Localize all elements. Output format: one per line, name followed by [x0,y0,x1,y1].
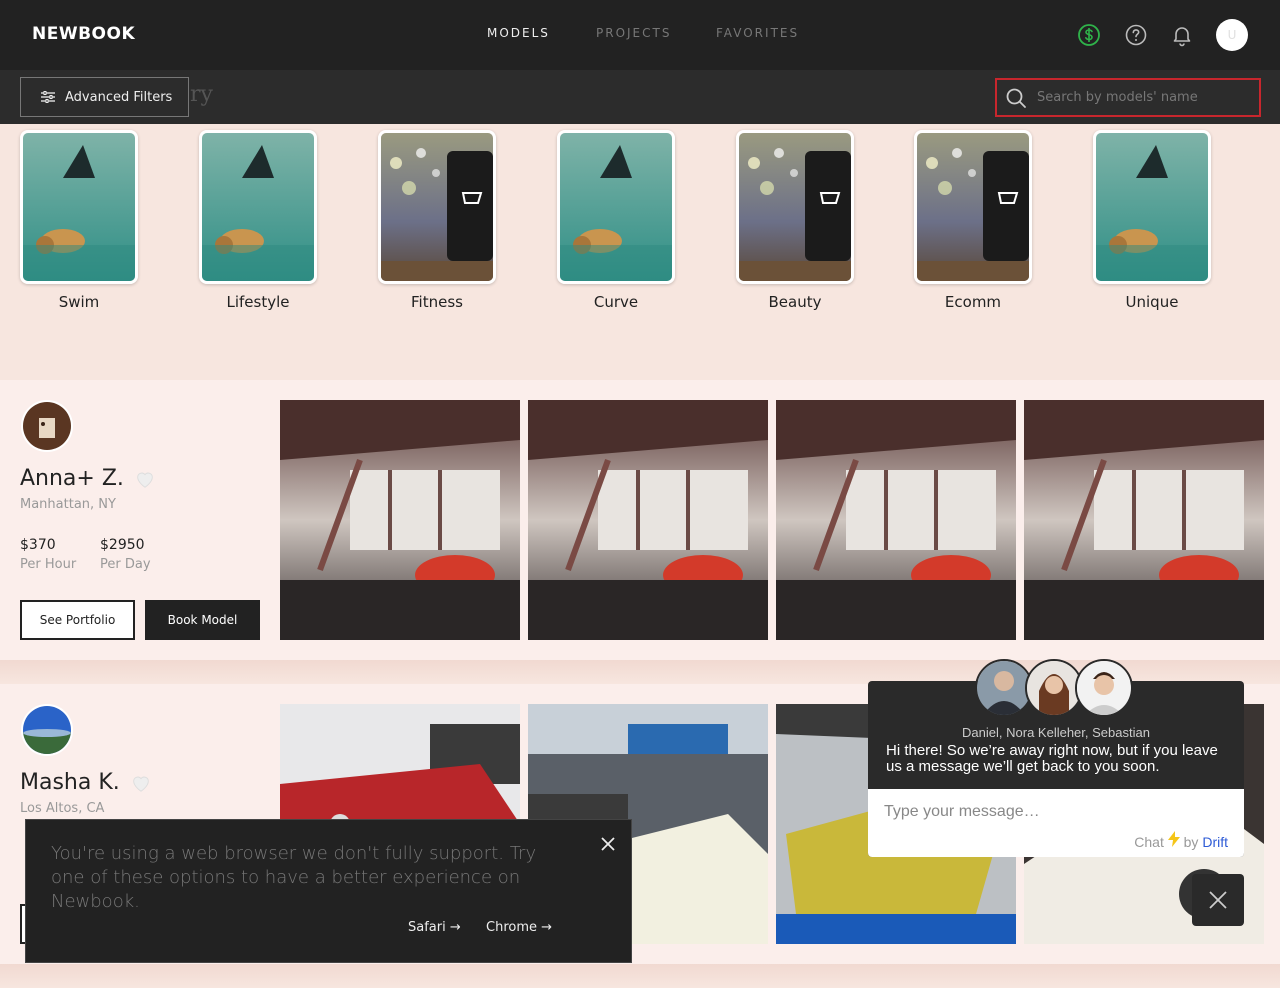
see-portfolio-button[interactable]: See Portfolio [20,600,135,640]
category-label: Beauty [768,293,822,311]
sliders-icon [41,91,55,103]
category-image [736,130,854,284]
portfolio-photo[interactable] [528,400,768,640]
lightning-icon [1167,831,1180,847]
model-name-text: Anna+ Z. [20,466,124,491]
category-swim[interactable]: Swim [20,130,138,311]
daily-price: $2950 Per Day [100,537,151,572]
portfolio-photo[interactable] [776,400,1016,640]
category-beauty[interactable]: Beauty [736,130,854,311]
chat-message-input[interactable]: Type your message… [884,803,1040,821]
category-label: Fitness [411,293,463,311]
chat-team-names: Daniel, Nora Kelleher, Sebastian [962,725,1150,740]
newbook-logo[interactable]: NEWBOOK [32,24,135,44]
category-lifestyle[interactable]: Lifestyle [199,130,317,311]
portfolio-photo[interactable] [280,400,520,640]
safari-link[interactable]: Safari → [408,920,461,935]
book-model-button[interactable]: Book Model [145,600,260,640]
model-name-text: Masha K. [20,770,120,795]
category-label: Curve [593,293,639,311]
model-name[interactable]: Masha K. [20,770,152,795]
model-avatar[interactable] [21,704,73,756]
daily-price-label: Per Day [100,557,151,572]
model-avatar[interactable] [21,400,73,452]
search-icon [1006,88,1026,108]
hourly-price: $370 Per Hour [20,537,76,572]
chat-avatar [1075,659,1133,717]
chat-widget: Daniel, Nora Kelleher, Sebastian Hi ther… [868,659,1244,857]
help-icon[interactable] [1124,23,1148,47]
chrome-link[interactable]: Chrome → [486,920,552,935]
daily-price-value: $2950 [100,537,145,553]
nav-models[interactable]: MODELS [487,26,550,40]
close-icon[interactable] [598,834,618,854]
chat-close-button[interactable] [1192,874,1244,926]
filter-bar: ry Advanced Filters [0,70,1280,124]
top-navbar: NEWBOOK MODELS PROJECTS FAVORITES U [0,0,1280,70]
nav-favorites[interactable]: FAVORITES [716,26,799,40]
advanced-filters-button[interactable]: Advanced Filters [20,77,189,117]
category-curve[interactable]: Curve [557,130,675,311]
user-avatar[interactable]: U [1216,19,1248,51]
category-label: Lifestyle [226,293,290,311]
chat-brand-by: by [1183,834,1199,850]
category-ecomm[interactable]: Ecomm [914,130,1032,311]
hourly-price-value: $370 [20,537,56,553]
category-label: Ecomm [944,293,1002,311]
model-location: Manhattan, NY [20,497,116,512]
category-image [20,130,138,284]
advanced-filters-label: Advanced Filters [65,89,173,105]
search-box [995,78,1261,117]
category-strip: Swim Lifestyle Fitness Curve Beauty Ecom… [0,124,1280,380]
chat-brand-prefix: Chat [1134,834,1164,850]
nav-projects[interactable]: PROJECTS [596,26,671,40]
drift-branding[interactable]: Chat by Drift [1134,831,1228,850]
category-image [1093,130,1211,284]
category-image [914,130,1032,284]
bell-icon[interactable] [1170,23,1194,47]
dollar-icon[interactable] [1077,23,1101,47]
model-location: Los Altos, CA [20,801,105,816]
category-image [557,130,675,284]
close-icon [1209,891,1227,909]
chat-input-area[interactable]: Type your message… Chat by Drift [868,789,1244,857]
chat-team-avatars [975,659,1133,717]
category-fitness[interactable]: Fitness [378,130,496,311]
drift-name: Drift [1202,834,1228,850]
browser-notice-text: You're using a web browser we don't full… [51,843,537,912]
chat-away-message: Hi there! So we’re away right now, but i… [886,742,1218,775]
category-image [199,130,317,284]
model-name[interactable]: Anna+ Z. [20,466,156,491]
heart-icon[interactable] [130,772,152,794]
category-label: Unique [1125,293,1179,311]
category-image [378,130,496,284]
category-label: Swim [58,293,100,311]
browser-notice: You're using a web browser we don't full… [25,819,632,963]
hourly-price-label: Per Hour [20,557,77,572]
row-divider [0,964,1280,988]
portfolio-photo[interactable] [1024,400,1264,640]
model-card: Anna+ Z. Manhattan, NY $370 Per Hour $29… [0,380,1280,660]
page-title-ghost: ry [190,82,213,107]
heart-icon[interactable] [134,468,156,490]
search-input[interactable] [1037,90,1247,105]
category-unique[interactable]: Unique [1093,130,1211,311]
